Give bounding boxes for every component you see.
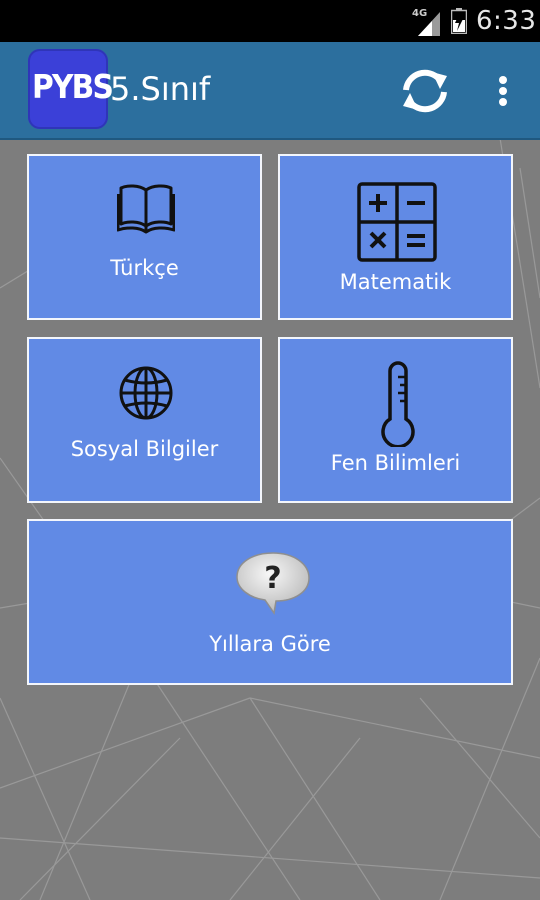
tile-matematik[interactable]: Matematik [278, 154, 513, 320]
tile-label: Fen Bilimleri [330, 451, 461, 475]
app-logo-text: PYBS [32, 67, 114, 106]
overflow-menu-dot [499, 87, 507, 95]
clock: 6:33 [476, 6, 537, 36]
overflow-menu-icon [499, 76, 507, 84]
tile-label: Türkçe [110, 256, 179, 280]
app-logo[interactable]: PYBS [28, 49, 114, 129]
signal-icon: 4G [412, 8, 442, 36]
refresh-icon [403, 69, 447, 113]
page-title: 5.Sınıf [110, 70, 211, 108]
action-bar: PYBS 5.Sınıf [0, 42, 540, 140]
tile-sosyal-bilgiler[interactable]: Sosyal Bilgiler [27, 337, 262, 503]
status-bar: 4G 6:33 [0, 0, 540, 42]
thermometer-icon [381, 361, 415, 447]
battery-icon [450, 8, 468, 35]
globe-icon [119, 366, 173, 420]
tile-label: Matematik [339, 270, 452, 294]
tile-yillara-gore[interactable]: ? Yıllara Göre [27, 519, 513, 685]
overflow-menu-button[interactable] [488, 66, 518, 116]
tile-turkce[interactable]: Türkçe [27, 154, 262, 320]
calculator-icon [357, 182, 437, 262]
refresh-button[interactable] [398, 66, 452, 116]
tile-label: Yıllara Göre [209, 632, 331, 656]
question-bubble-icon: ? [236, 552, 310, 615]
svg-text:?: ? [264, 561, 281, 596]
overflow-menu-dot [499, 98, 507, 106]
tile-fen-bilimleri[interactable]: Fen Bilimleri [278, 337, 513, 503]
tile-label: Sosyal Bilgiler [70, 437, 219, 461]
book-icon [117, 184, 175, 234]
network-type-label: 4G [412, 8, 428, 19]
